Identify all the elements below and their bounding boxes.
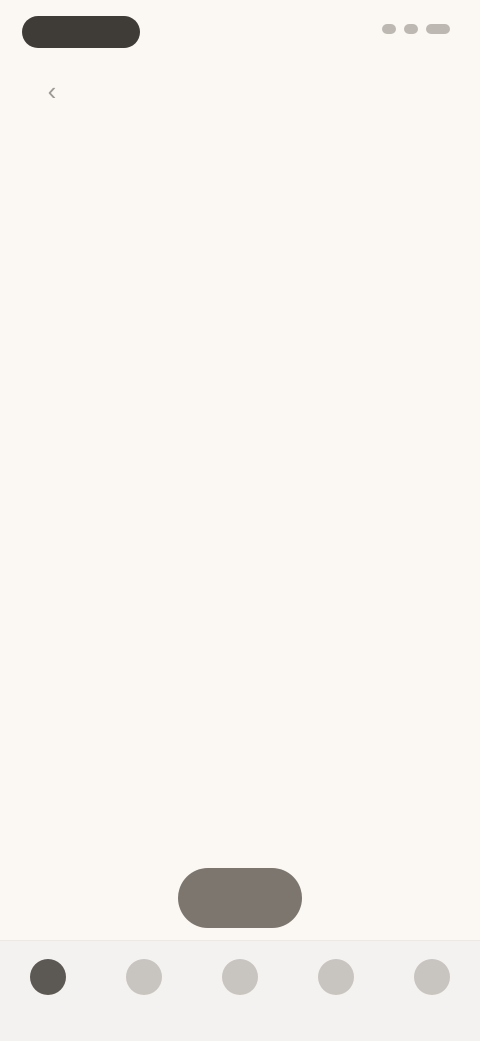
section-title (34, 150, 480, 182)
nav-item-2[interactable] (108, 959, 180, 1001)
nav-icon (126, 959, 162, 995)
status-icons (382, 24, 450, 34)
floating-action-button[interactable] (178, 868, 302, 928)
nav-icon (222, 959, 258, 995)
list-item[interactable] (44, 466, 440, 556)
section-title (34, 832, 480, 864)
list-item[interactable] (44, 208, 440, 328)
wifi-icon (404, 24, 418, 34)
nav-item-1[interactable] (12, 959, 84, 1001)
section-2 (0, 328, 480, 556)
nav-item-5[interactable] (396, 959, 468, 1001)
section-title (34, 556, 480, 588)
list-item[interactable] (44, 380, 440, 466)
settings-list (0, 150, 480, 944)
nav-icon (414, 959, 450, 995)
chevron-left-icon: ‹ (47, 75, 57, 106)
section-3 (0, 556, 480, 832)
nav-icon (318, 959, 354, 995)
nav-item-4[interactable] (300, 959, 372, 1001)
list-item[interactable] (44, 608, 440, 724)
status-time-pill (22, 16, 140, 48)
signal-icon (382, 24, 396, 34)
section-1 (0, 150, 480, 328)
status-bar (0, 0, 480, 64)
section-title (34, 328, 480, 360)
nav-icon (30, 959, 66, 995)
list-item[interactable] (44, 724, 440, 832)
nav-item-3[interactable] (204, 959, 276, 1001)
bottom-navigation (0, 940, 480, 1041)
app-header: ‹ (0, 70, 480, 110)
back-button[interactable]: ‹ (34, 76, 70, 106)
battery-icon (426, 24, 450, 34)
